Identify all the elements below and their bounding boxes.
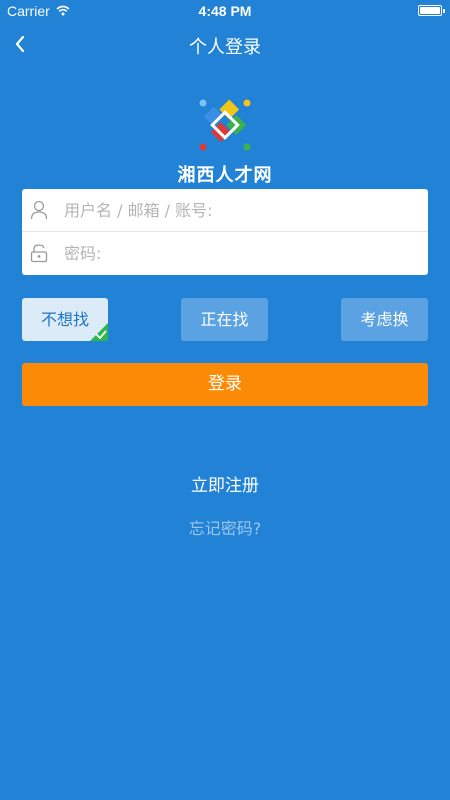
job-status-option-not-looking[interactable]: 不想找 <box>22 298 108 341</box>
password-input[interactable] <box>64 232 419 275</box>
lock-icon <box>30 244 48 263</box>
battery-icon <box>418 5 445 16</box>
job-status-option-considering[interactable]: 考虑换 <box>341 298 428 341</box>
job-status-option-looking[interactable]: 正在找 <box>181 298 268 341</box>
login-form <box>22 189 428 275</box>
check-icon <box>90 323 108 341</box>
brand-name: 湘西人才网 <box>177 165 273 186</box>
nav-bar: 个人登录 <box>0 22 450 66</box>
username-row <box>22 189 428 232</box>
job-status-option-label: 不想找 <box>40 310 89 329</box>
forgot-password-link[interactable]: 忘记密码? <box>0 515 450 539</box>
password-row <box>22 232 428 275</box>
job-status-option-label: 正在找 <box>200 310 249 329</box>
user-icon <box>30 200 48 220</box>
logo-icon <box>199 99 251 151</box>
username-input[interactable] <box>64 189 419 232</box>
job-status-option-label: 考虑换 <box>360 310 409 329</box>
page-title: 个人登录 <box>189 37 261 58</box>
status-time: 4:48 PM <box>198 3 252 19</box>
register-link[interactable]: 立即注册 <box>0 471 450 496</box>
status-bar: Carrier 4:48 PM <box>0 0 450 22</box>
login-button[interactable]: 登录 <box>22 363 428 406</box>
